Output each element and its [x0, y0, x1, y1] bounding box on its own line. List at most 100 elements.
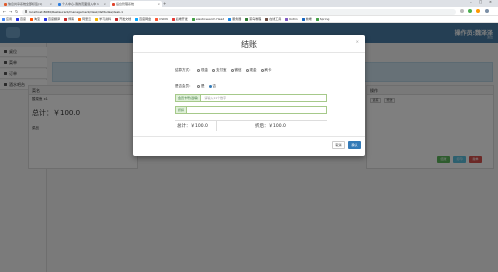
bookmark-item[interactable]: 淘宝	[30, 17, 40, 21]
bookmark-icon	[16, 17, 20, 21]
bookmark-item[interactable]: Spring	[315, 17, 330, 21]
bookmark-item[interactable]: 百度翻译	[44, 17, 60, 21]
browser-toolbar: ← → ↻ localhost:8080/Restaurant/manageme…	[0, 7, 498, 16]
bookmark-item[interactable]: 前端	[301, 17, 312, 21]
bookmarks-bar: 应用 百度 淘宝 百度翻译 博客 阿里云 学习资料 开发文档 百度网盘 CSDN…	[0, 16, 498, 23]
tab-favicon-icon	[4, 2, 7, 6]
confirm-button[interactable]: 确认	[348, 141, 361, 149]
member-card-input[interactable]: 请输入11个数字	[201, 95, 326, 101]
bookmark-label: 菜鸟教程	[249, 17, 262, 21]
member-group: 是 否	[197, 84, 216, 89]
bookmark-icon	[95, 17, 99, 21]
checkout-modal: 结账 × 结算方式： 现金 支付宝 微信 现金 刷卡 是否会员： 是 否 会员卡…	[133, 35, 365, 156]
profile-icon[interactable]	[485, 9, 489, 13]
bookmark-icon	[228, 17, 232, 21]
bookmark-icon	[78, 17, 82, 21]
radio-label: 现金	[201, 68, 208, 72]
bookmark-item[interactable]: 百度	[16, 17, 26, 21]
address-bar[interactable]: localhost:8080/Restaurant/management/des…	[22, 8, 456, 15]
pay-method-option[interactable]: 支付宝	[212, 68, 227, 73]
member-option-yes[interactable]: 是	[197, 84, 205, 89]
member-card-field: 会员卡号(选填) 请输入11个数字	[175, 94, 327, 102]
bookmark-item[interactable]: 菜鸟教程	[245, 17, 261, 21]
close-icon[interactable]: ×	[103, 2, 106, 6]
bookmark-icon	[135, 17, 139, 21]
bookmark-icon	[2, 17, 5, 21]
bookmark-item[interactable]: elasticsearch Head	[191, 17, 224, 21]
bookmark-item[interactable]: 博客	[64, 17, 74, 21]
summary-separator	[216, 121, 217, 131]
radio-icon	[197, 69, 200, 72]
url-text: localhost:8080/Restaurant/management/des…	[29, 9, 124, 14]
bookmark-item[interactable]: CSDN	[155, 17, 168, 21]
bookmark-item[interactable]: 在线工具	[265, 17, 281, 21]
discount-input[interactable]	[187, 107, 326, 113]
reload-icon[interactable]: ↻	[15, 9, 18, 14]
modal-footer-divider	[133, 136, 365, 137]
bookmark-item[interactable]: 开发文档	[115, 17, 131, 21]
new-tab-icon[interactable]: +	[163, 1, 166, 6]
pay-method-label: 结算方式：	[175, 68, 193, 72]
radio-label: 支付宝	[216, 68, 227, 72]
close-icon[interactable]: ×	[49, 2, 52, 6]
pay-method-option[interactable]: 现金	[245, 68, 257, 73]
radio-label: 微信	[234, 68, 242, 72]
bookmark-item[interactable]: 应用	[2, 17, 12, 21]
modal-divider	[133, 52, 365, 53]
bookmark-icon	[191, 17, 195, 21]
pay-method-option[interactable]: 微信	[230, 68, 242, 73]
browser-tabstrip: 信息共享系统全部标签(1) × 个人中心-我的页面载入中 1 × 后台管理系统 …	[0, 0, 498, 7]
bookmark-icon	[44, 17, 48, 21]
radio-icon	[197, 85, 200, 88]
bookmark-label: 博客	[68, 17, 75, 21]
pay-method-option[interactable]: 刷卡	[260, 68, 272, 73]
member-option-no[interactable]: 否	[208, 84, 217, 89]
minimize-icon[interactable]: –	[470, 0, 472, 4]
radio-label: 刷卡	[264, 68, 272, 72]
star-icon[interactable]	[460, 9, 464, 13]
lock-icon	[25, 10, 27, 13]
radio-label: 现金	[249, 68, 257, 72]
bookmark-label: 阿里云	[82, 17, 92, 21]
radio-label: 否	[212, 84, 217, 88]
discounted-amount: 折后：￥100.0	[255, 124, 286, 129]
bookmark-item[interactable]: 百度网盘	[135, 17, 151, 21]
bookmark-item[interactable]: 学习资料	[95, 17, 111, 21]
bookmark-label: 应用	[6, 17, 13, 21]
tab-favicon-icon	[58, 2, 61, 6]
bookmark-item[interactable]: 服务器	[228, 17, 241, 21]
cancel-button[interactable]: 取消	[332, 141, 345, 149]
close-icon[interactable]: ×	[157, 2, 160, 6]
bookmark-item[interactable]: 阿里云	[78, 17, 91, 21]
discount-field: 折扣	[175, 106, 327, 114]
radio-icon	[245, 69, 249, 72]
modal-title: 结账	[241, 40, 257, 49]
back-icon[interactable]: ←	[3, 9, 6, 14]
bookmark-icon	[245, 17, 249, 21]
pay-method-option[interactable]: 现金	[197, 68, 208, 73]
bookmark-label: 开发文档	[119, 17, 132, 21]
maximize-icon[interactable]: □	[479, 0, 482, 4]
summary-divider	[175, 120, 327, 121]
window-close-icon[interactable]: ×	[489, 0, 492, 4]
bookmark-label: Kotlin	[289, 17, 298, 21]
bookmark-label: 百度翻译	[48, 17, 61, 21]
bookmark-item[interactable]: 后端开发	[171, 17, 188, 21]
bookmark-item[interactable]: Kotlin	[285, 17, 298, 21]
member-label: 是否会员：	[175, 84, 193, 88]
extension-icon[interactable]	[476, 9, 480, 13]
discount-addon: 折扣	[176, 107, 188, 113]
tab-label: 信息共享系统全部标签(1)	[8, 2, 43, 6]
total-amount: 总计：￥100.0	[177, 124, 208, 129]
bookmark-icon	[155, 17, 159, 21]
bookmark-label: 前端	[305, 17, 312, 21]
forward-icon[interactable]: →	[9, 9, 12, 14]
bookmark-label: Spring	[319, 17, 330, 21]
bookmark-label: 百度网盘	[139, 17, 152, 21]
extension-icon[interactable]	[468, 9, 472, 13]
close-icon[interactable]: ×	[356, 39, 359, 44]
bookmark-label: 淘宝	[34, 17, 41, 21]
bookmark-icon	[315, 17, 319, 21]
radio-icon	[230, 69, 234, 72]
radio-icon	[260, 69, 264, 72]
